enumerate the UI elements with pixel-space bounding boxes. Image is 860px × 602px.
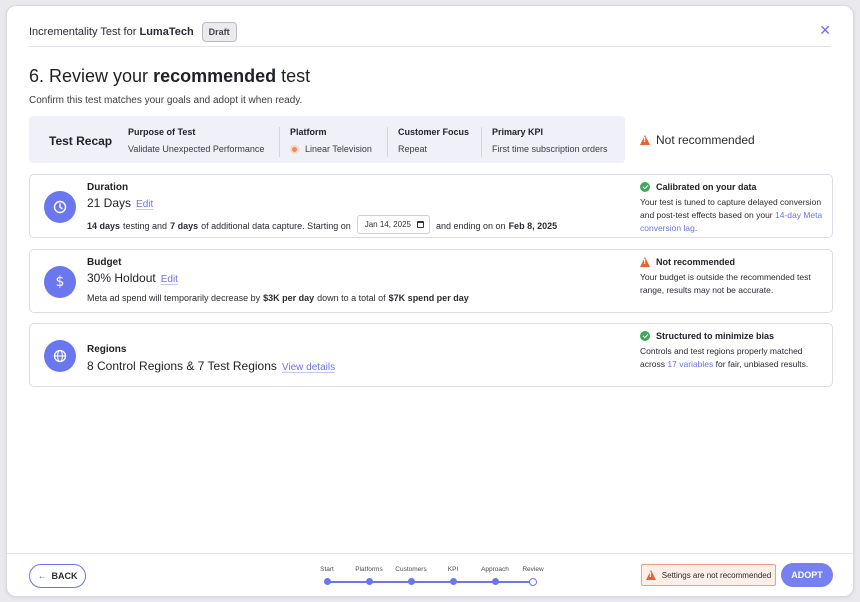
regions-value: 8 Control Regions & 7 Test Regions bbox=[87, 359, 277, 373]
recap-platform: Platform Linear Television bbox=[279, 127, 372, 157]
adopt-button[interactable]: ADOPT bbox=[781, 563, 833, 587]
regions-title: Regions bbox=[87, 344, 127, 355]
start-date-value: Jan 14, 2025 bbox=[364, 220, 411, 229]
back-button[interactable]: ← BACK bbox=[29, 564, 86, 588]
recap-purpose-value: Validate Unexpected Performance bbox=[128, 144, 265, 154]
duration-title: Duration bbox=[87, 182, 129, 193]
duration-detail: 14 days testing and 7 days of additional… bbox=[87, 215, 560, 234]
budget-decrease: $3K per day bbox=[263, 293, 315, 303]
clock-icon bbox=[44, 191, 76, 223]
status-badge: Draft bbox=[201, 22, 237, 42]
regions-card: Regions 8 Control Regions & 7 Test Regio… bbox=[29, 323, 833, 387]
check-circle-icon bbox=[640, 331, 650, 341]
warning-icon bbox=[640, 135, 650, 145]
variables-link[interactable]: 17 variables bbox=[667, 359, 713, 369]
regions-insight: Structured to minimize bias Controls and… bbox=[640, 331, 825, 371]
step-dot bbox=[323, 578, 331, 585]
duration-insight: Calibrated on your data Your test is tun… bbox=[640, 182, 825, 235]
duration-text-3: and ending on on bbox=[435, 221, 506, 231]
modal-title: Incrementality Test for LumaTech bbox=[29, 26, 194, 38]
test-recap: Test Recap Purpose of Test Validate Unex… bbox=[29, 116, 625, 163]
recap-platform-text: Linear Television bbox=[305, 144, 372, 154]
recap-kpi-value: First time subscription orders bbox=[492, 144, 608, 154]
footer-divider bbox=[7, 553, 853, 554]
duration-text-2: of additional data capture. Starting on bbox=[201, 221, 351, 231]
budget-detail: Meta ad spend will temporarily decrease … bbox=[87, 293, 472, 303]
recap-kpi-label: Primary KPI bbox=[492, 127, 544, 137]
recap-title: Test Recap bbox=[49, 134, 113, 148]
regions-value-row: 8 Control Regions & 7 Test Regions View d… bbox=[87, 359, 335, 373]
calendar-icon bbox=[416, 221, 424, 228]
budget-text-1: Meta ad spend will temporarily decrease … bbox=[87, 293, 261, 303]
budget-total: $7K spend per day bbox=[388, 293, 469, 303]
recap-status-text: Not recommended bbox=[656, 133, 755, 147]
duration-capture-days: 7 days bbox=[170, 221, 199, 231]
recap-customer-value: Repeat bbox=[398, 144, 428, 154]
budget-value: 30% Holdout bbox=[87, 271, 156, 285]
duration-insight-text: Your test is tuned to capture delayed co… bbox=[640, 196, 825, 235]
recap-customer-label: Customer Focus bbox=[398, 127, 470, 137]
header-divider bbox=[29, 46, 831, 47]
recap-status: Not recommended bbox=[640, 133, 755, 147]
regions-insight-text: Controls and test regions properly match… bbox=[640, 345, 825, 371]
recap-purpose: Purpose of Test Validate Unexpected Perf… bbox=[128, 127, 264, 157]
step-dot bbox=[365, 578, 373, 585]
budget-edit-link[interactable]: Edit bbox=[161, 274, 178, 285]
budget-title: Budget bbox=[87, 257, 122, 268]
globe-icon bbox=[44, 340, 76, 372]
step-label: Review bbox=[522, 566, 544, 573]
page-subtitle: Confirm this test matches your goals and… bbox=[29, 95, 303, 106]
modal-header: Incrementality Test for LumaTech Draft ✕ bbox=[29, 16, 831, 48]
duration-value-row: 21 Days Edit bbox=[87, 196, 153, 210]
platform-dot-icon bbox=[290, 144, 299, 154]
budget-card: $ Budget 30% Holdout Edit Meta ad spend w… bbox=[29, 249, 833, 313]
close-icon[interactable]: ✕ bbox=[819, 23, 831, 37]
arrow-left-icon: ← bbox=[37, 570, 48, 582]
budget-insight: Not recommended Your budget is outside t… bbox=[640, 257, 825, 297]
modal-window: Incrementality Test for LumaTech Draft ✕… bbox=[6, 5, 854, 597]
duration-insight-end: . bbox=[694, 223, 698, 233]
step-dot-current bbox=[529, 578, 537, 586]
recap-customer: Customer Focus Repeat bbox=[387, 127, 469, 157]
step-dot bbox=[449, 578, 457, 585]
recap-purpose-label: Purpose of Test bbox=[128, 127, 196, 137]
end-date: Feb 8, 2025 bbox=[508, 221, 558, 231]
budget-text-2: down to a total of bbox=[317, 293, 386, 303]
step-dot bbox=[407, 578, 415, 585]
view-details-link[interactable]: View details bbox=[282, 362, 335, 373]
recap-kpi: Primary KPI First time subscription orde… bbox=[481, 127, 608, 157]
progress-stepper: Start Platforms Customers KPI Approach R… bbox=[320, 566, 544, 592]
recap-platform-value: Linear Television bbox=[290, 144, 372, 154]
step-review[interactable]: Review bbox=[508, 566, 558, 586]
settings-warning-text: Settings are not recommended bbox=[661, 570, 772, 580]
regions-insight-heading: Structured to minimize bias bbox=[656, 331, 775, 341]
budget-insight-heading: Not recommended bbox=[656, 257, 736, 267]
duration-test-days: 14 days bbox=[87, 221, 121, 231]
check-circle-icon bbox=[640, 182, 650, 192]
duration-value: 21 Days bbox=[87, 196, 132, 210]
warning-icon bbox=[640, 257, 650, 267]
back-label: BACK bbox=[51, 571, 78, 581]
duration-insight-title: Calibrated on your data bbox=[640, 182, 825, 192]
budget-insight-text: Your budget is outside the recommended t… bbox=[640, 272, 811, 295]
page-title: 6. Review your recommended test bbox=[29, 66, 311, 86]
settings-warning: Settings are not recommended bbox=[641, 564, 776, 586]
budget-value-row: 30% Holdout Edit bbox=[87, 271, 178, 285]
budget-insight-title: Not recommended bbox=[640, 257, 825, 267]
start-date-input[interactable]: Jan 14, 2025 bbox=[356, 215, 430, 234]
duration-edit-link[interactable]: Edit bbox=[136, 199, 153, 210]
warning-icon bbox=[645, 570, 656, 580]
regions-insight-end: for fair, unbiased results. bbox=[715, 359, 809, 369]
regions-insight-title: Structured to minimize bias bbox=[640, 331, 825, 341]
duration-text-1: testing and bbox=[123, 221, 168, 231]
step-dot bbox=[491, 578, 499, 585]
duration-insight-heading: Calibrated on your data bbox=[656, 182, 757, 192]
dollar-icon: $ bbox=[44, 266, 76, 298]
duration-card: Duration 21 Days Edit 14 days testing and… bbox=[29, 174, 833, 238]
recap-platform-label: Platform bbox=[290, 127, 327, 137]
